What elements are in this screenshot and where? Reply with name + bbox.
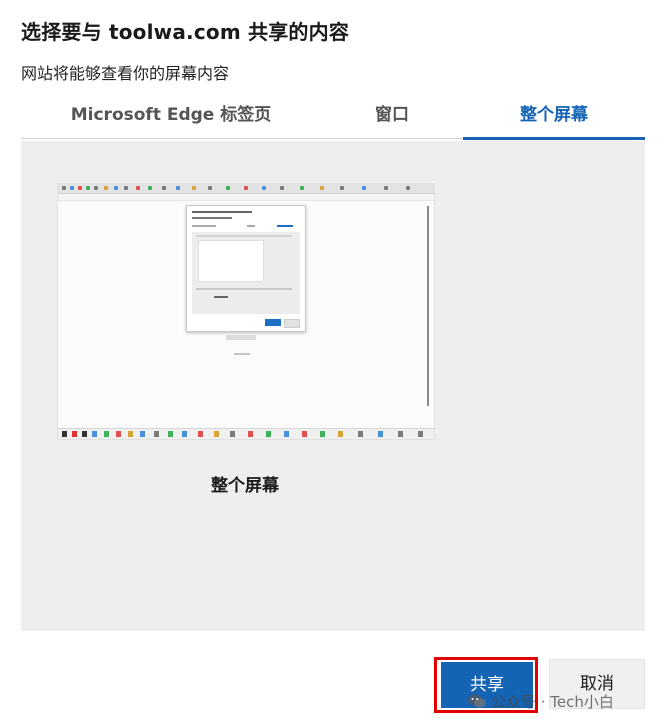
tab-entire-screen[interactable]: 整个屏幕	[463, 94, 645, 136]
screen-selection-panel: 整个屏幕	[21, 141, 645, 631]
thumbnail-mini-panel	[192, 232, 300, 314]
dialog-title: 选择要与 toolwa.com 共享的内容	[21, 20, 350, 44]
thumbnail-address-bar	[58, 194, 434, 201]
source-tabs: Microsoft Edge 标签页 窗口 整个屏幕	[21, 94, 645, 140]
watermark-text: 公众号 · Tech小白	[491, 692, 614, 711]
watermark: 公众号 · Tech小白	[467, 690, 614, 712]
selected-tab-indicator	[463, 137, 645, 140]
thumbnail-mini-dialog	[186, 205, 306, 332]
thumbnail-mini-cancel	[284, 319, 300, 328]
thumbnail-mini-preview	[198, 240, 264, 282]
screen-thumbnail[interactable]	[57, 183, 435, 440]
thumbnail-taskbar	[58, 428, 434, 439]
thumbnail-scrollbar	[427, 206, 429, 406]
thumbnail-browser-toolbar	[58, 184, 434, 194]
tab-window[interactable]: 窗口	[321, 94, 463, 136]
wechat-icon	[468, 694, 486, 708]
tab-edge-tabs[interactable]: Microsoft Edge 标签页	[21, 94, 321, 136]
screen-caption: 整个屏幕	[211, 476, 279, 496]
dialog-subtitle: 网站将能够查看你的屏幕内容	[21, 64, 230, 83]
thumbnail-mini-share	[265, 319, 281, 326]
